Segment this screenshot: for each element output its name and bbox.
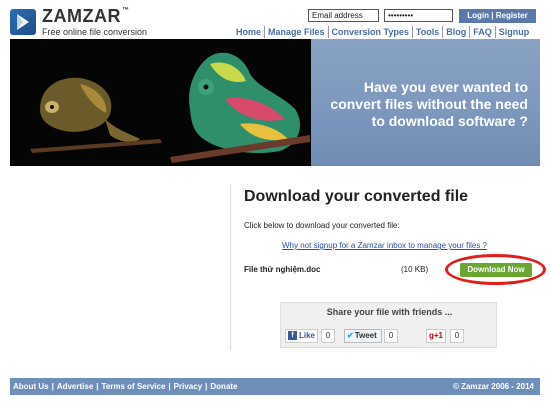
footer-link-privacy[interactable]: Privacy: [174, 382, 202, 391]
footer-links: About Us | Advertise | Terms of Service …: [13, 382, 238, 391]
footer-link-advertise[interactable]: Advertise: [57, 382, 93, 391]
footer: About Us | Advertise | Terms of Service …: [10, 378, 540, 395]
footer-link-terms[interactable]: Terms of Service: [102, 382, 166, 391]
hero-banner: Have you ever wanted to convert files wi…: [10, 39, 540, 166]
share-box: Share your file with friends ... f Like 0…: [280, 302, 497, 348]
banner-line-3: to download software ?: [371, 113, 528, 129]
nav-blog[interactable]: Blog: [442, 26, 469, 38]
tweet-label: Tweet: [354, 331, 377, 340]
page-title: Download your converted file: [244, 188, 469, 205]
chameleon-image: [10, 39, 311, 166]
facebook-like-label: Like: [299, 331, 316, 340]
nav-conversion-types[interactable]: Conversion Types: [327, 26, 412, 38]
footer-separator: |: [51, 382, 54, 391]
brand-name: ZAMZAR™: [42, 6, 130, 26]
nav-signup[interactable]: Signup: [494, 26, 533, 38]
banner-text: Have you ever wanted to convert files wi…: [308, 79, 528, 130]
banner-message-panel: Have you ever wanted to convert files wi…: [311, 39, 540, 166]
facebook-icon: f: [288, 331, 297, 341]
download-instruction: Click below to download your converted f…: [244, 221, 400, 230]
facebook-like-count: 0: [321, 329, 335, 343]
content-divider: [230, 184, 231, 350]
email-field[interactable]: Email address: [308, 9, 379, 22]
footer-separator: |: [96, 382, 99, 391]
copyright: © Zamzar 2006 - 2014: [452, 382, 534, 391]
footer-separator: |: [205, 382, 208, 391]
nav-faq[interactable]: FAQ: [469, 26, 495, 38]
nav-home[interactable]: Home: [233, 26, 264, 38]
google-plus-label: +1: [433, 331, 443, 340]
footer-link-donate[interactable]: Donate: [210, 382, 237, 391]
download-highlight-circle: [445, 254, 546, 285]
tweet-button[interactable]: ✔Tweet: [344, 329, 382, 343]
main-nav: Home Manage Files Conversion Types Tools…: [233, 26, 532, 38]
banner-line-1: Have you ever wanted to: [363, 79, 528, 95]
login-register-button[interactable]: Login | Register: [459, 9, 536, 23]
file-name: File thử nghiệm.doc: [244, 265, 321, 274]
page: ZAMZAR™ Free online file conversion Emai…: [0, 0, 551, 418]
google-plus-one-button[interactable]: g+1: [426, 329, 446, 343]
twitter-bird-icon: ✔: [347, 331, 354, 340]
nav-tools[interactable]: Tools: [411, 26, 442, 38]
tweet-count: 0: [384, 329, 398, 343]
footer-separator: |: [168, 382, 171, 391]
nav-manage-files[interactable]: Manage Files: [264, 26, 328, 38]
google-plus-count: 0: [450, 329, 464, 343]
file-size: (10 KB): [401, 265, 429, 274]
footer-link-about-us[interactable]: About Us: [13, 382, 49, 391]
password-field[interactable]: •••••••••: [384, 9, 453, 22]
zamzar-logo-icon[interactable]: [10, 9, 36, 35]
banner-line-2: convert files without the need: [330, 96, 528, 112]
brand-tagline: Free online file conversion: [42, 27, 148, 37]
signup-inbox-link[interactable]: Why not signup for a Zamzar inbox to man…: [282, 241, 487, 250]
facebook-like-button[interactable]: f Like: [285, 329, 318, 343]
share-title: Share your file with friends ...: [326, 307, 453, 317]
